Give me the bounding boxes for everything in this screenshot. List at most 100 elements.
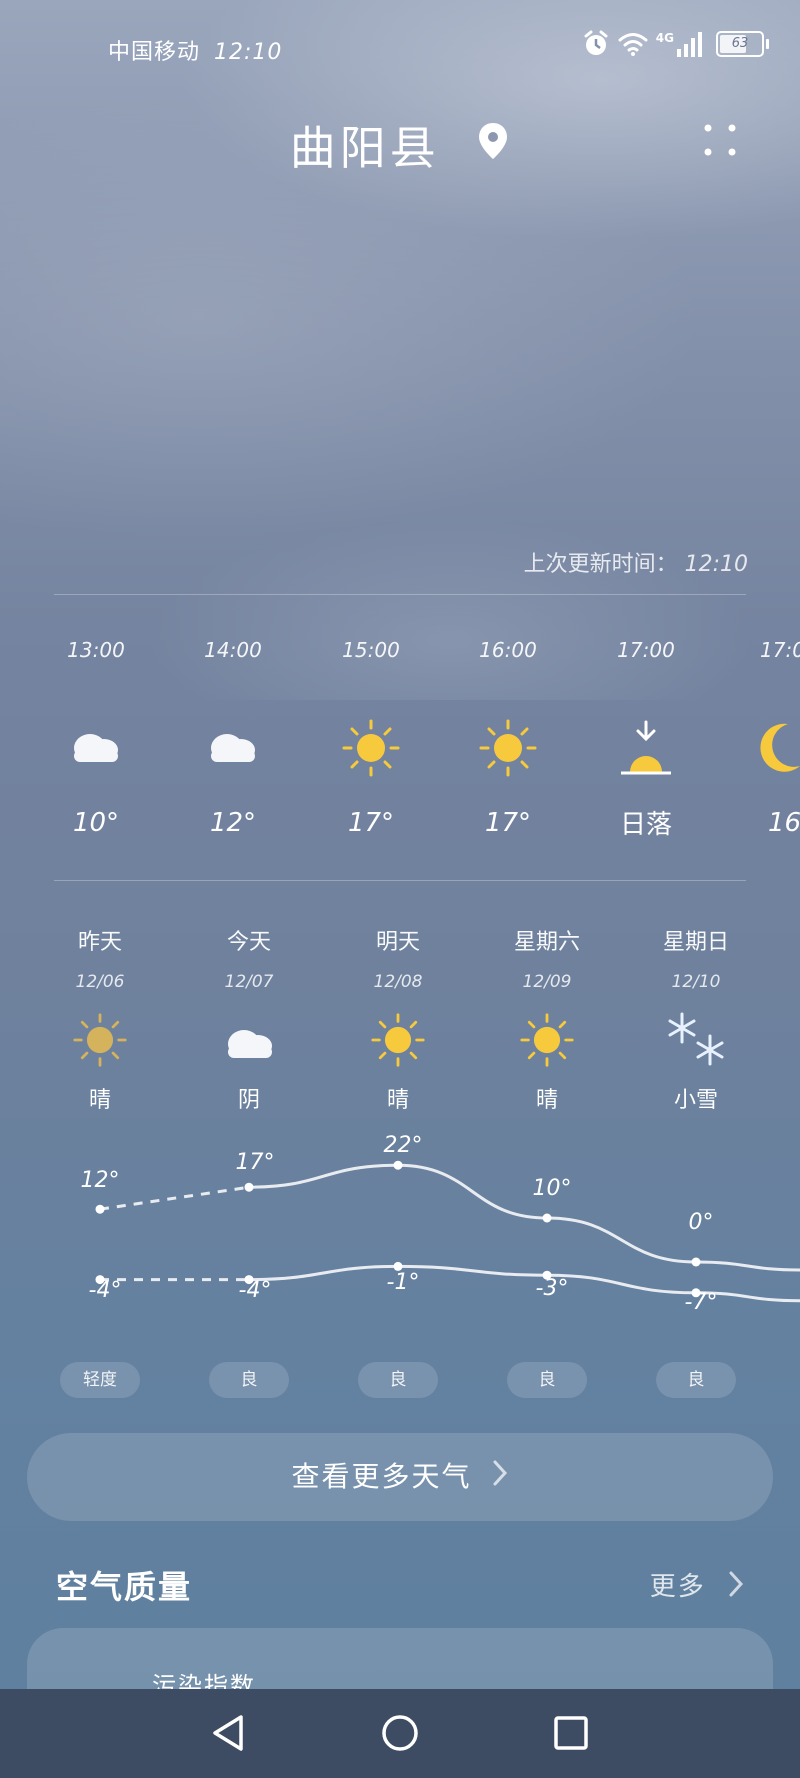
high-temp-label: 22° — [383, 1133, 423, 1158]
day-column[interactable]: 星期日 12/10 — [641, 924, 751, 992]
day-column[interactable]: 今天 12/07 — [194, 924, 304, 992]
aqi-badge: 良 — [209, 1362, 289, 1398]
high-temp-point — [95, 1204, 105, 1214]
hour-item: 12° — [178, 808, 288, 838]
status-bar-left: 中国移动 12:10 — [108, 34, 282, 66]
network-label: 4G — [655, 31, 674, 45]
chevron-right-icon — [728, 1570, 744, 1605]
aqi-badge: 轻度 — [60, 1362, 140, 1398]
hour-item: 17:00 — [724, 638, 800, 662]
hour-item: 日落 — [591, 804, 701, 841]
hour-item: 17° — [316, 808, 426, 838]
high-temp-point — [244, 1182, 254, 1192]
day-date: 12/09 — [522, 972, 572, 992]
day-name: 星期六 — [513, 930, 580, 955]
high-temp-label: 0° — [688, 1210, 714, 1235]
city-name: 曲阳县 — [289, 121, 440, 175]
sun-icon — [520, 1013, 574, 1067]
chevron-right-icon — [492, 1434, 508, 1522]
day-condition: 晴 — [386, 1088, 409, 1113]
hour-item: 17:00 — [591, 638, 701, 662]
divider-top — [54, 594, 746, 595]
aqi-badge: 良 — [507, 1362, 587, 1398]
sun-icon — [479, 719, 537, 777]
day-condition: 晴 — [88, 1088, 111, 1113]
day-name: 今天 — [226, 930, 271, 955]
hour-item: 13:00 — [41, 638, 151, 662]
low-temp-label: -3° — [535, 1276, 569, 1301]
more-weather-label: 查看更多天气 — [291, 1460, 472, 1493]
day-date: 12/10 — [671, 972, 721, 992]
sunset-icon — [621, 720, 671, 775]
hour-temp: 12° — [209, 808, 257, 838]
hour-time: 13:00 — [67, 638, 125, 662]
cloud-icon — [74, 734, 118, 762]
day-column[interactable]: 昨天 12/06 — [45, 924, 155, 992]
high-temp-label: 10° — [532, 1176, 572, 1201]
last-updated-label: 上次更新时间： — [523, 552, 678, 577]
day-date: 12/07 — [224, 972, 274, 992]
hour-time: 15:00 — [342, 638, 400, 662]
air-quality-title: 空气质量 — [56, 1568, 193, 1606]
day-column[interactable]: 星期六 12/09 — [492, 924, 602, 992]
cloud-icon — [211, 734, 255, 762]
day-name: 星期日 — [662, 930, 729, 955]
day-date: 12/08 — [373, 972, 423, 992]
high-temp-point — [393, 1160, 403, 1170]
hour-item: 16° — [724, 808, 800, 838]
cloud-icon — [228, 1030, 272, 1058]
system-nav-bar — [0, 1689, 800, 1778]
hour-temp: 10° — [72, 808, 120, 838]
high-temp-label: 17° — [235, 1150, 275, 1175]
high-temp-label: 12° — [80, 1168, 120, 1193]
last-updated-time: 12:10 — [684, 552, 748, 577]
low-temp-label: -1° — [386, 1270, 420, 1295]
dots-grid-icon — [704, 124, 736, 156]
air-quality-more-link[interactable]: 更多 — [650, 1566, 744, 1605]
day-column[interactable]: 明天 12/08 — [343, 924, 453, 992]
divider-mid — [54, 880, 746, 881]
day-name: 昨天 — [77, 930, 122, 955]
hour-temp: 16° — [768, 808, 800, 838]
hour-temp: 17° — [484, 808, 532, 838]
hour-temp: 日落 — [619, 810, 672, 840]
home-icon[interactable] — [380, 1713, 420, 1753]
day-date: 12/06 — [75, 972, 125, 992]
sun-icon — [342, 719, 400, 777]
low-temp-label: -7° — [684, 1290, 718, 1315]
hour-item: 17° — [453, 808, 563, 838]
city-header[interactable]: 曲阳县 — [0, 112, 800, 178]
last-updated: 上次更新时间： 12:10 — [524, 546, 748, 578]
hour-item: 14:00 — [178, 638, 288, 662]
status-bar-right: 4G 63 — [582, 30, 769, 58]
aqi-badge: 良 — [358, 1362, 438, 1398]
battery-level: 63 — [731, 36, 749, 51]
battery-icon: 63 — [716, 31, 769, 57]
hour-item: 10° — [41, 808, 151, 838]
hour-item: 16:00 — [453, 638, 563, 662]
signal-icon — [677, 32, 702, 57]
hour-item: 15:00 — [316, 638, 426, 662]
more-menu-button[interactable] — [700, 120, 740, 160]
day-condition: 小雪 — [673, 1088, 718, 1113]
day-condition: 晴 — [535, 1088, 558, 1113]
moon-icon — [760, 723, 800, 772]
clock-label: 12:10 — [214, 40, 283, 65]
high-temp-point — [542, 1213, 552, 1223]
back-icon[interactable] — [209, 1713, 249, 1753]
aqi-badge: 良 — [656, 1362, 736, 1398]
snow-icon — [668, 1012, 724, 1066]
hour-time: 14:00 — [204, 638, 262, 662]
hour-temp: 17° — [347, 808, 395, 838]
hour-time: 17:00 — [760, 638, 800, 662]
carrier-label: 中国移动 — [108, 40, 201, 65]
hour-time: 17:00 — [617, 638, 675, 662]
wifi-icon — [618, 33, 648, 56]
low-temp-label: -4° — [88, 1278, 122, 1303]
more-weather-button[interactable]: 查看更多天气 — [27, 1433, 773, 1521]
hour-time: 16:00 — [479, 638, 537, 662]
day-name: 明天 — [375, 930, 420, 955]
high-temp-point — [691, 1257, 701, 1267]
sun-icon — [73, 1013, 127, 1067]
recents-icon[interactable] — [551, 1713, 591, 1753]
